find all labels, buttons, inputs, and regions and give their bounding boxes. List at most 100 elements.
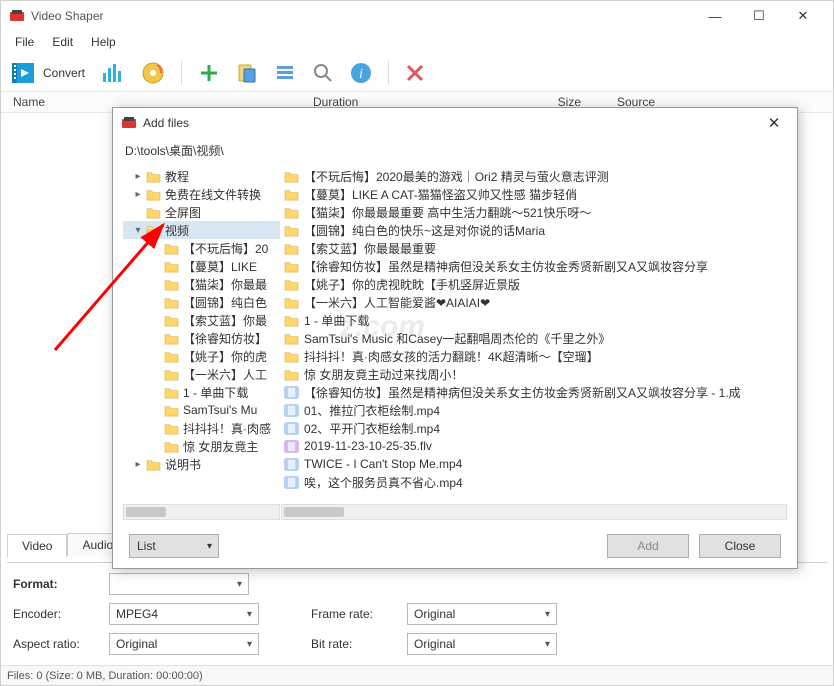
bitrate-select[interactable]: Original [407, 633, 557, 655]
list-scrollbar[interactable] [281, 504, 787, 520]
window-maximize-button[interactable]: ☐ [737, 2, 781, 30]
tree-item[interactable]: 【姚子】你的虎 [123, 347, 280, 365]
list-item[interactable]: 惊 女朋友竟主动过来找周小！ [281, 365, 787, 383]
list-item[interactable]: 【一米六】人工智能爱酱❤AIAIAI❤ [281, 293, 787, 311]
list-icon[interactable] [274, 62, 296, 84]
tab-video[interactable]: Video [7, 534, 67, 557]
tree-item-label: 【不玩后悔】20 [183, 240, 268, 257]
view-mode-select[interactable]: List [129, 534, 219, 558]
folder-icon [163, 241, 179, 255]
aspect-select[interactable]: Original [109, 633, 259, 655]
add-icon[interactable] [198, 62, 220, 84]
list-item[interactable]: 【徐睿知仿妆】虽然是精神病但没关系女主仿妆金秀贤新剧又A又飒妆容分享 - 1.成 [281, 383, 787, 401]
list-item[interactable]: 01、推拉门衣柜绘制.mp4 [281, 401, 787, 419]
dialog-title: Add files [143, 116, 759, 130]
tree-item[interactable]: ▸教程 [123, 167, 280, 185]
dialog-close-button[interactable]: ✕ [759, 114, 789, 132]
list-item-label: 惊 女朋友竟主动过来找周小！ [304, 366, 463, 383]
list-item[interactable]: 【徐睿知仿妆】虽然是精神病但没关系女主仿妆金秀贤新剧又A又飒妆容分享 [281, 257, 787, 275]
folder-icon [163, 385, 179, 399]
list-item[interactable]: 【猫柒】你最最最重要 高中生活力翻跳～521快乐呀～ [281, 203, 787, 221]
dialog-path: D:\tools\桌面\视频\ [113, 138, 797, 163]
tree-item[interactable]: 【索艾蓝】你最 [123, 311, 280, 329]
format-label: Format: [13, 577, 103, 591]
menu-edit[interactable]: Edit [44, 33, 81, 51]
tree-item-label: 视频 [165, 222, 189, 239]
file-list[interactable]: 【不玩后悔】2020最美的游戏｜Ori2 精灵与萤火意志评测【蔓莫】LIKE A… [281, 167, 787, 520]
disc-icon[interactable] [141, 61, 165, 85]
convert-label: Convert [43, 66, 85, 80]
list-item-label: 【索艾蓝】你最最最重要 [304, 240, 436, 257]
tree-item-label: 【蔓莫】LIKE [183, 258, 257, 275]
tree-item[interactable]: 全屏图 [123, 203, 280, 221]
dialog-button-bar: List Add Close [113, 524, 797, 568]
expand-icon[interactable]: ▸ [131, 189, 145, 200]
paste-icon[interactable] [236, 62, 258, 84]
tree-item[interactable]: 抖抖抖！真·肉感 [123, 419, 280, 437]
tree-item-label: 【猫柒】你最最 [183, 276, 267, 293]
menubar: File Edit Help [1, 31, 833, 53]
window-minimize-button[interactable]: — [693, 2, 737, 30]
statusbar: Files: 0 (Size: 0 MB, Duration: 00:00:00… [1, 665, 833, 685]
folder-icon [283, 205, 299, 219]
list-item-label: 02、平开门衣柜绘制.mp4 [304, 420, 440, 437]
equalizer-icon[interactable] [101, 61, 125, 85]
window-close-button[interactable]: ✕ [781, 2, 825, 30]
toolbar: Convert i [1, 53, 833, 91]
list-item[interactable]: SamTsui's Music 和Casey一起翻唱周杰伦的《千里之外》 [281, 329, 787, 347]
close-icon[interactable] [405, 63, 425, 83]
tab-audio[interactable]: Audio [67, 533, 113, 556]
menu-file[interactable]: File [7, 33, 42, 51]
tree-item[interactable]: 1 - 单曲下载 [123, 383, 280, 401]
video-file-icon [283, 385, 299, 399]
list-item[interactable]: 抖抖抖！真·肉感女孩的活力翻跳！4K超清晰～【空瑠】 [281, 347, 787, 365]
video-file-icon [283, 475, 299, 489]
list-item[interactable]: 【不玩后悔】2020最美的游戏｜Ori2 精灵与萤火意志评测 [281, 167, 787, 185]
tree-item[interactable]: 【猫柒】你最最 [123, 275, 280, 293]
tree-item[interactable]: 【一米六】人工 [123, 365, 280, 383]
info-icon[interactable]: i [350, 62, 372, 84]
add-button[interactable]: Add [607, 534, 689, 558]
tree-item[interactable]: 【不玩后悔】20 [123, 239, 280, 257]
format-select[interactable] [109, 573, 249, 595]
folder-tree[interactable]: ▸教程▸免费在线文件转换全屏图▾视频【不玩后悔】20【蔓莫】LIKE 【猫柒】你… [123, 167, 281, 520]
expand-icon[interactable]: ▸ [131, 171, 145, 182]
list-item[interactable]: 2019-11-23-10-25-35.flv [281, 437, 787, 455]
search-icon[interactable] [312, 62, 334, 84]
titlebar: Video Shaper — ☐ ✕ [1, 1, 833, 31]
tree-item[interactable]: ▾ 视频 [123, 221, 280, 239]
encoder-select[interactable]: MPEG4 [109, 603, 259, 625]
list-item[interactable]: TWICE - I Can't Stop Me.mp4 [281, 455, 787, 473]
close-button[interactable]: Close [699, 534, 781, 558]
film-icon [9, 59, 37, 87]
tree-item[interactable]: 惊 女朋友竟主 [123, 437, 280, 455]
app-icon [9, 8, 25, 24]
folder-icon [283, 169, 299, 183]
tree-item[interactable]: 【圆锦】纯白色 [123, 293, 280, 311]
list-item[interactable]: 【蔓莫】LIKE A CAT-猫猫怪盗又帅又性感 猫步轻俏 [281, 185, 787, 203]
list-item-label: 2019-11-23-10-25-35.flv [304, 439, 432, 453]
folder-icon [283, 331, 299, 345]
tree-item[interactable]: ▸说明书 [123, 455, 280, 473]
expand-icon[interactable]: ▸ [131, 459, 145, 470]
tree-item-label: 惊 女朋友竟主 [183, 438, 258, 455]
tree-item-label: 免费在线文件转换 [165, 186, 261, 203]
tree-item[interactable]: 【徐睿知仿妆】 [123, 329, 280, 347]
expand-icon[interactable]: ▾ [131, 225, 145, 236]
list-item-label: 01、推拉门衣柜绘制.mp4 [304, 402, 440, 419]
tree-item[interactable]: ▸ 免费在线文件转换 [123, 185, 280, 203]
list-item[interactable]: 【圆锦】纯白色的快乐~这是对你说的话Maria [281, 221, 787, 239]
list-item[interactable]: 02、平开门衣柜绘制.mp4 [281, 419, 787, 437]
list-item[interactable]: 【索艾蓝】你最最最重要 [281, 239, 787, 257]
list-item[interactable]: 1 - 单曲下载 [281, 311, 787, 329]
folder-icon [283, 313, 299, 327]
tree-scrollbar[interactable] [123, 504, 280, 520]
tree-item[interactable]: 【蔓莫】LIKE [123, 257, 280, 275]
convert-button[interactable]: Convert [9, 59, 85, 87]
video-file-icon [283, 403, 299, 417]
menu-help[interactable]: Help [83, 33, 124, 51]
tree-item[interactable]: SamTsui's Mu [123, 401, 280, 419]
list-item[interactable]: 唉，这个服务员真不省心.mp4 [281, 473, 787, 491]
list-item[interactable]: 【姚子】你的虎视眈眈【手机竖屏近景版 [281, 275, 787, 293]
framerate-select[interactable]: Original [407, 603, 557, 625]
